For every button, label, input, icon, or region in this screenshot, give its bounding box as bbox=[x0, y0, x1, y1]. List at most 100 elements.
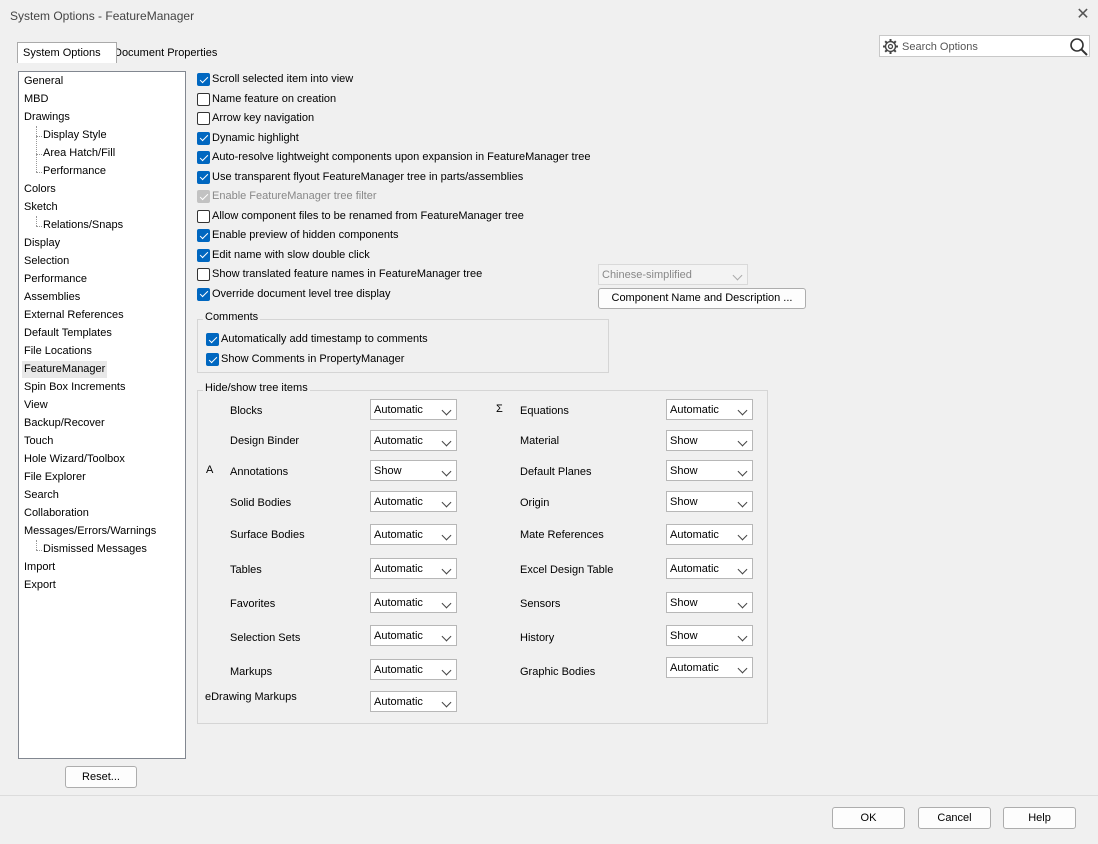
tree-items-group-title: Hide/show tree items bbox=[203, 382, 310, 394]
search-icon[interactable] bbox=[1069, 37, 1089, 57]
checkbox[interactable] bbox=[206, 333, 219, 346]
nav-item[interactable]: Export bbox=[22, 577, 58, 594]
cancel-button[interactable]: Cancel bbox=[918, 807, 991, 829]
nav-item[interactable]: Display bbox=[22, 235, 62, 252]
tree-connector bbox=[36, 126, 37, 172]
nav-item[interactable]: Performance bbox=[41, 163, 108, 180]
chevron-down-icon bbox=[441, 697, 452, 708]
tree-item-visibility-select[interactable]: Automatic bbox=[370, 691, 457, 712]
tab-document-properties[interactable]: Document Properties bbox=[108, 42, 223, 64]
checkbox-label: Edit name with slow double click bbox=[212, 248, 370, 261]
select-value: Automatic bbox=[374, 435, 423, 447]
checkbox-label: Allow component files to be renamed from… bbox=[212, 209, 524, 222]
nav-item[interactable]: File Explorer bbox=[22, 469, 88, 486]
tree-item-visibility-select[interactable]: Show bbox=[666, 625, 753, 646]
nav-item[interactable]: Backup/Recover bbox=[22, 415, 107, 432]
help-button[interactable]: Help bbox=[1003, 807, 1076, 829]
tree-item-visibility-select[interactable]: Show bbox=[666, 592, 753, 613]
checkbox[interactable] bbox=[197, 151, 210, 164]
language-select[interactable]: Chinese-simplified bbox=[598, 264, 748, 285]
nav-item[interactable]: Area Hatch/Fill bbox=[41, 145, 117, 162]
checkbox-label: Arrow key navigation bbox=[212, 112, 315, 124]
nav-item[interactable]: External References bbox=[22, 307, 126, 324]
default-planes-icon bbox=[496, 464, 512, 480]
checkbox[interactable] bbox=[206, 353, 219, 366]
tree-item-visibility-select[interactable]: Automatic bbox=[370, 592, 457, 613]
nav-item[interactable]: Default Templates bbox=[22, 325, 114, 342]
nav-item[interactable]: Sketch bbox=[22, 199, 60, 216]
checkbox-label: Show translated feature names in Feature… bbox=[212, 268, 483, 280]
checkbox[interactable] bbox=[197, 209, 210, 223]
tree-item-visibility-select[interactable]: Automatic bbox=[370, 430, 457, 451]
nav-item[interactable]: Touch bbox=[22, 433, 55, 450]
ok-button[interactable]: OK bbox=[832, 807, 905, 829]
checkbox[interactable] bbox=[197, 287, 210, 301]
tree-item-visibility-select[interactable]: Automatic bbox=[370, 399, 457, 420]
nav-item[interactable]: Relations/Snaps bbox=[41, 217, 125, 234]
nav-item[interactable]: Collaboration bbox=[22, 505, 91, 522]
tree-item-visibility-select[interactable]: Automatic bbox=[370, 558, 457, 579]
select-value: Automatic bbox=[374, 496, 423, 508]
nav-item[interactable]: Hole Wizard/Toolbox bbox=[22, 451, 127, 468]
nav-item[interactable]: Spin Box Increments bbox=[22, 379, 128, 396]
chevron-down-icon bbox=[737, 564, 748, 575]
tree-item-visibility-select[interactable]: Automatic bbox=[370, 491, 457, 512]
select-value: Automatic bbox=[374, 664, 423, 676]
tree-connector bbox=[36, 216, 37, 226]
nav-item[interactable]: MBD bbox=[22, 91, 50, 108]
checkbox-label: Auto-resolve lightweight components upon… bbox=[212, 151, 591, 163]
checkbox[interactable] bbox=[197, 73, 210, 86]
tree-item-label: Solid Bodies bbox=[230, 497, 292, 509]
window-title: System Options - FeatureManager bbox=[10, 9, 195, 23]
nav-item[interactable]: Colors bbox=[22, 181, 58, 198]
nav-item[interactable]: Dismissed Messages bbox=[41, 541, 149, 558]
checkbox[interactable] bbox=[197, 92, 210, 106]
tree-item-visibility-select[interactable]: Automatic bbox=[666, 524, 753, 545]
tree-item-visibility-select[interactable]: Automatic bbox=[666, 657, 753, 678]
tree-item-visibility-select[interactable]: Automatic bbox=[666, 399, 753, 420]
nav-item[interactable]: Import bbox=[22, 559, 57, 576]
tree-item-visibility-select[interactable]: Show bbox=[370, 460, 457, 481]
design-binder-icon bbox=[206, 433, 222, 449]
tree-item-visibility-select[interactable]: Show bbox=[666, 491, 753, 512]
nav-item[interactable]: View bbox=[22, 397, 50, 414]
blocks-icon bbox=[206, 403, 222, 419]
reset-button[interactable]: Reset... bbox=[65, 766, 137, 788]
nav-item[interactable]: General bbox=[22, 73, 65, 90]
chevron-down-icon bbox=[737, 497, 748, 508]
chevron-down-icon bbox=[737, 598, 748, 609]
tree-item-visibility-select[interactable]: Automatic bbox=[370, 524, 457, 545]
markups-icon bbox=[206, 664, 222, 680]
nav-item[interactable]: Assemblies bbox=[22, 289, 82, 306]
checkbox[interactable] bbox=[197, 268, 210, 281]
tree-item-label: Annotations bbox=[230, 466, 289, 478]
nav-item[interactable]: Drawings bbox=[22, 109, 72, 126]
tree-item-label: Selection Sets bbox=[230, 632, 301, 644]
tree-item-label: Surface Bodies bbox=[230, 529, 305, 541]
solid-bodies-icon bbox=[206, 495, 222, 511]
tree-item-visibility-select[interactable]: Automatic bbox=[666, 558, 753, 579]
tree-item-visibility-select[interactable]: Automatic bbox=[370, 659, 457, 680]
checkbox[interactable] bbox=[197, 131, 210, 145]
component-name-description-button[interactable]: Component Name and Description ... bbox=[598, 288, 806, 309]
nav-item[interactable]: FeatureManager bbox=[22, 361, 108, 378]
nav-item[interactable]: Search bbox=[22, 487, 61, 504]
checkbox[interactable] bbox=[197, 112, 210, 125]
tree-item-visibility-select[interactable]: Automatic bbox=[370, 625, 457, 646]
nav-item[interactable]: Display Style bbox=[41, 127, 109, 144]
tab-system-options[interactable]: System Options bbox=[17, 42, 117, 63]
tree-item-visibility-select[interactable]: Show bbox=[666, 460, 753, 481]
search-input[interactable] bbox=[902, 38, 1062, 55]
checkbox[interactable] bbox=[197, 229, 210, 242]
select-value: Show bbox=[670, 597, 698, 609]
nav-item[interactable]: Selection bbox=[22, 253, 71, 270]
chevron-down-icon bbox=[737, 466, 748, 477]
nav-item[interactable]: File Locations bbox=[22, 343, 94, 360]
checkbox[interactable] bbox=[197, 170, 210, 184]
checkbox[interactable] bbox=[197, 248, 210, 262]
nav-item[interactable]: Performance bbox=[22, 271, 89, 288]
tree-item-label: Sensors bbox=[520, 598, 561, 610]
tree-item-visibility-select[interactable]: Show bbox=[666, 430, 753, 451]
close-icon[interactable]: ✕ bbox=[1075, 6, 1091, 24]
nav-item[interactable]: Messages/Errors/Warnings bbox=[22, 523, 158, 540]
